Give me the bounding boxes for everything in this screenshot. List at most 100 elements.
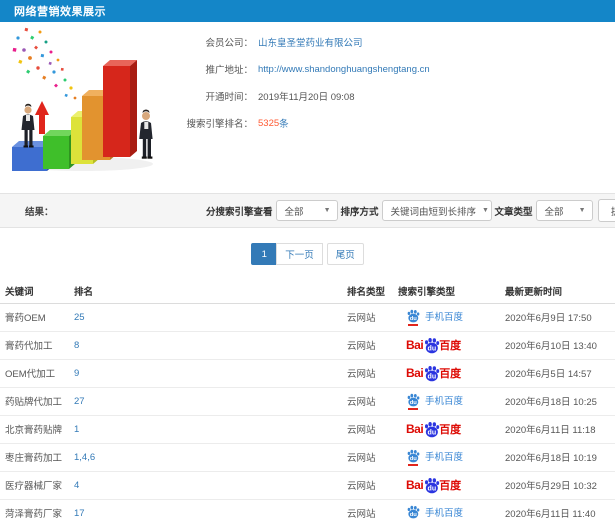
rank-link[interactable]: 1,4,6 bbox=[74, 452, 95, 463]
svg-text:du: du bbox=[428, 344, 437, 352]
page-title: 网络营销效果展示 bbox=[14, 6, 106, 18]
next-page-button[interactable]: 下一页 bbox=[276, 243, 323, 265]
last-page-button[interactable]: 尾页 bbox=[326, 243, 364, 265]
rank-cell: 1,4,6 bbox=[74, 443, 345, 472]
engine-select-value: 全部 bbox=[284, 206, 304, 218]
rank-link[interactable]: 1 bbox=[74, 424, 79, 435]
engine-type-cell: du 手机百度 bbox=[398, 499, 503, 520]
mobile-baidu-label: 手机百度 bbox=[425, 507, 464, 519]
baidu-logo: Bai du 百度 bbox=[406, 365, 461, 382]
engine-type-cell: du 手机百度 bbox=[398, 443, 503, 472]
baidu-paw-icon: du bbox=[425, 337, 440, 353]
company-label: 会员公司： bbox=[205, 38, 253, 49]
baidu-logo: Bai du 百度 bbox=[406, 477, 461, 494]
info-row-company: 会员公司： 山东皇圣堂药业有限公司 bbox=[178, 35, 430, 49]
col-header-rank: 排名 bbox=[74, 280, 345, 304]
mobile-baidu-logo: du 手机百度 bbox=[406, 309, 463, 326]
submit-button[interactable]: 提交 bbox=[597, 199, 615, 222]
info-section: 会员公司： 山东皇圣堂药业有限公司 推广地址： http://www.shand… bbox=[0, 22, 615, 193]
rank-link[interactable]: 9 bbox=[74, 368, 79, 379]
table-row: 北京膏药贴牌 1 云网站 Bai du 百度 2020年6月11日 11:18 bbox=[0, 415, 615, 444]
chevron-down-icon: ▼ bbox=[482, 207, 489, 214]
updated-time-cell: 2020年6月11日 11:18 bbox=[503, 415, 615, 444]
company-name-link[interactable]: 山东皇圣堂药业有限公司 bbox=[258, 35, 363, 49]
rank-count-label: 搜索引擎排名： bbox=[186, 119, 253, 130]
rank-link[interactable]: 27 bbox=[74, 396, 85, 407]
article-type-value: 全部 bbox=[544, 206, 564, 218]
chevron-down-icon: ▼ bbox=[578, 207, 586, 214]
rank-link[interactable]: 4 bbox=[74, 480, 79, 491]
baidu-paw-icon: du bbox=[407, 393, 420, 406]
promo-url-label: 推广地址： bbox=[205, 65, 253, 76]
keyword-cell: 医疗器械厂家 bbox=[0, 471, 74, 500]
keyword-cell: 膏药OEM bbox=[0, 303, 74, 332]
filter-bar: 结果： 分搜索引擎查看 全部 ▼ 排序方式 关键词由短到长排序 ▼ 文章类型 全… bbox=[0, 193, 615, 228]
rank-cell: 4 bbox=[74, 471, 345, 500]
businessman-left bbox=[21, 103, 35, 148]
rank-count-suffix: 条 bbox=[279, 119, 289, 130]
baidu-logo-cn: 百度 bbox=[439, 340, 462, 352]
table-row: 膏药OEM 25 云网站 du 手机百度 2020年6月9日 17:50 bbox=[0, 303, 615, 332]
mobile-baidu-underline bbox=[408, 463, 418, 466]
updated-time-cell: 2020年6月18日 10:19 bbox=[503, 443, 615, 472]
rank-type-cell: 云网站 bbox=[345, 303, 398, 332]
updated-time-cell: 2020年6月18日 10:25 bbox=[503, 387, 615, 416]
engine-type-cell: Bai du 百度 bbox=[398, 471, 503, 500]
svg-text:du: du bbox=[410, 316, 418, 322]
updated-time-cell: 2020年6月9日 17:50 bbox=[503, 303, 615, 332]
rank-link[interactable]: 17 bbox=[74, 508, 85, 519]
pagination: 1 下一页 尾页 bbox=[0, 228, 615, 280]
table-row: 医疗器械厂家 4 云网站 Bai du 百度 2020年5月29日 10:32 bbox=[0, 471, 615, 500]
company-info: 会员公司： 山东皇圣堂药业有限公司 推广地址： http://www.shand… bbox=[178, 35, 430, 144]
engine-type-cell: du 手机百度 bbox=[398, 387, 503, 416]
sort-select-value: 关键词由短到长排序 bbox=[390, 206, 477, 218]
svg-text:du: du bbox=[410, 512, 418, 518]
baidu-logo-bai: Bai bbox=[406, 338, 424, 352]
sort-select[interactable]: 关键词由短到长排序 ▼ bbox=[381, 200, 492, 221]
rank-cell: 1 bbox=[74, 415, 345, 444]
promo-url-link[interactable]: http://www.shandonghuangshengtang.cn bbox=[258, 64, 430, 75]
baidu-logo-bai: Bai bbox=[406, 478, 424, 492]
baidu-paw-icon: du bbox=[425, 365, 440, 381]
rank-cell: 9 bbox=[74, 359, 345, 388]
filter-group: 分搜索引擎查看 全部 ▼ 排序方式 关键词由短到长排序 ▼ 文章类型 全部 ▼ … bbox=[203, 199, 615, 222]
rank-cell: 8 bbox=[74, 331, 345, 360]
engine-type-cell: Bai du 百度 bbox=[398, 331, 503, 360]
updated-time-cell: 2020年6月10日 13:40 bbox=[503, 331, 615, 360]
rank-cell: 27 bbox=[74, 387, 345, 416]
info-row-rank-count: 搜索引擎排名： 5325 条 bbox=[178, 117, 430, 131]
rank-type-cell: 云网站 bbox=[345, 359, 398, 388]
info-row-url: 推广地址： http://www.shandonghuangshengtang.… bbox=[178, 63, 430, 77]
mobile-baidu-logo: du 手机百度 bbox=[406, 393, 464, 410]
baidu-paw-icon: du bbox=[407, 449, 420, 462]
baidu-logo-cn: 百度 bbox=[439, 480, 462, 492]
rank-link[interactable]: 25 bbox=[74, 312, 85, 323]
rank-type-cell: 云网站 bbox=[345, 415, 398, 444]
keyword-cell: 枣庄膏药加工 bbox=[0, 443, 74, 472]
baidu-logo-cn: 百度 bbox=[439, 368, 462, 380]
engine-select[interactable]: 全部 ▼ bbox=[275, 200, 338, 221]
engine-filter-label: 分搜索引擎查看 bbox=[206, 206, 273, 218]
mobile-baidu-logo: du 手机百度 bbox=[406, 505, 464, 520]
article-type-select[interactable]: 全部 ▼ bbox=[535, 200, 593, 221]
svg-text:du: du bbox=[428, 372, 437, 380]
engine-type-cell: du 手机百度 bbox=[398, 303, 503, 332]
keyword-cell: 药贴牌代加工 bbox=[0, 387, 74, 416]
baidu-logo-bai: Bai bbox=[406, 422, 424, 436]
updated-time-cell: 2020年6月5日 14:57 bbox=[503, 359, 615, 388]
baidu-logo-cn: 百度 bbox=[439, 424, 462, 436]
rank-type-cell: 云网站 bbox=[345, 471, 398, 500]
page-1-button[interactable]: 1 bbox=[251, 243, 278, 265]
table-header-row: 关键词 排名 排名类型 搜索引擎类型 最新更新时间 bbox=[0, 280, 615, 304]
rank-type-cell: 云网站 bbox=[345, 443, 398, 472]
info-row-open-time: 开通时间： 2019年11月20日 09:08 bbox=[178, 90, 430, 103]
rank-cell: 25 bbox=[74, 303, 345, 332]
mobile-baidu-logo: du 手机百度 bbox=[406, 449, 463, 466]
rank-count-value: 5325 bbox=[258, 117, 280, 129]
rank-link[interactable]: 8 bbox=[74, 340, 79, 351]
engine-type-cell: Bai du 百度 bbox=[398, 359, 503, 388]
table-row: 枣庄膏药加工 1,4,6 云网站 du 手机百度 2020年6月18日 10:19 bbox=[0, 443, 615, 472]
baidu-paw-icon: du bbox=[425, 477, 440, 493]
baidu-logo: Bai du 百度 bbox=[406, 421, 461, 438]
mobile-baidu-label: 手机百度 bbox=[425, 395, 464, 407]
